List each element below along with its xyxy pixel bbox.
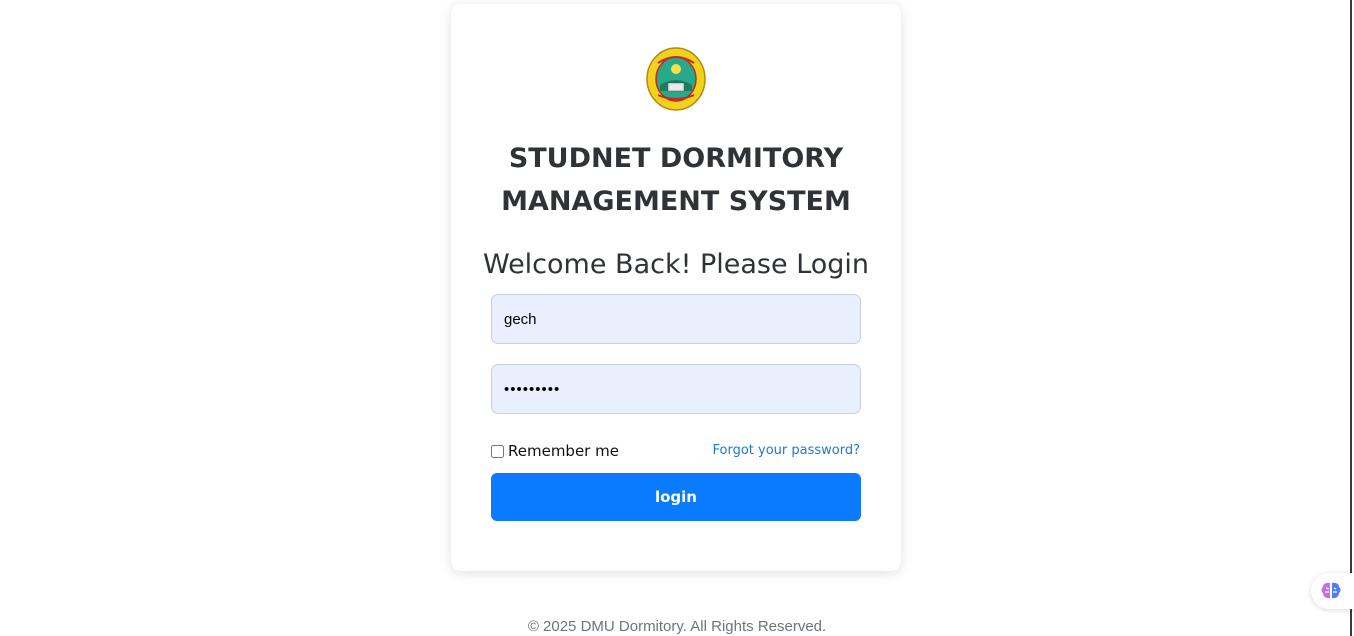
welcome-heading: Welcome Back! Please Login xyxy=(482,249,870,280)
extension-widget[interactable] xyxy=(1311,573,1354,609)
password-field[interactable] xyxy=(491,364,861,414)
brain-icon xyxy=(1321,582,1341,599)
window-edge xyxy=(1350,0,1352,636)
system-title-line1: STUDNET DORMITORY xyxy=(508,143,844,174)
footer-copyright: © 2025 DMU Dormitory. All Rights Reserve… xyxy=(527,618,827,635)
system-title: STUDNET DORMITORY MANAGEMENT SYSTEM xyxy=(451,137,901,223)
system-title-line2: MANAGEMENT SYSTEM xyxy=(501,186,851,217)
login-card: STUDNET DORMITORY MANAGEMENT SYSTEM Welc… xyxy=(451,4,901,571)
login-button[interactable]: login xyxy=(491,473,861,521)
university-seal-icon xyxy=(646,47,706,111)
remember-me-label: Remember me xyxy=(508,442,619,460)
remember-me-checkbox[interactable] xyxy=(491,444,504,458)
username-field[interactable] xyxy=(491,294,861,344)
forgot-password-link[interactable]: Forgot your password? xyxy=(712,443,860,458)
remember-me[interactable]: Remember me xyxy=(491,442,619,460)
